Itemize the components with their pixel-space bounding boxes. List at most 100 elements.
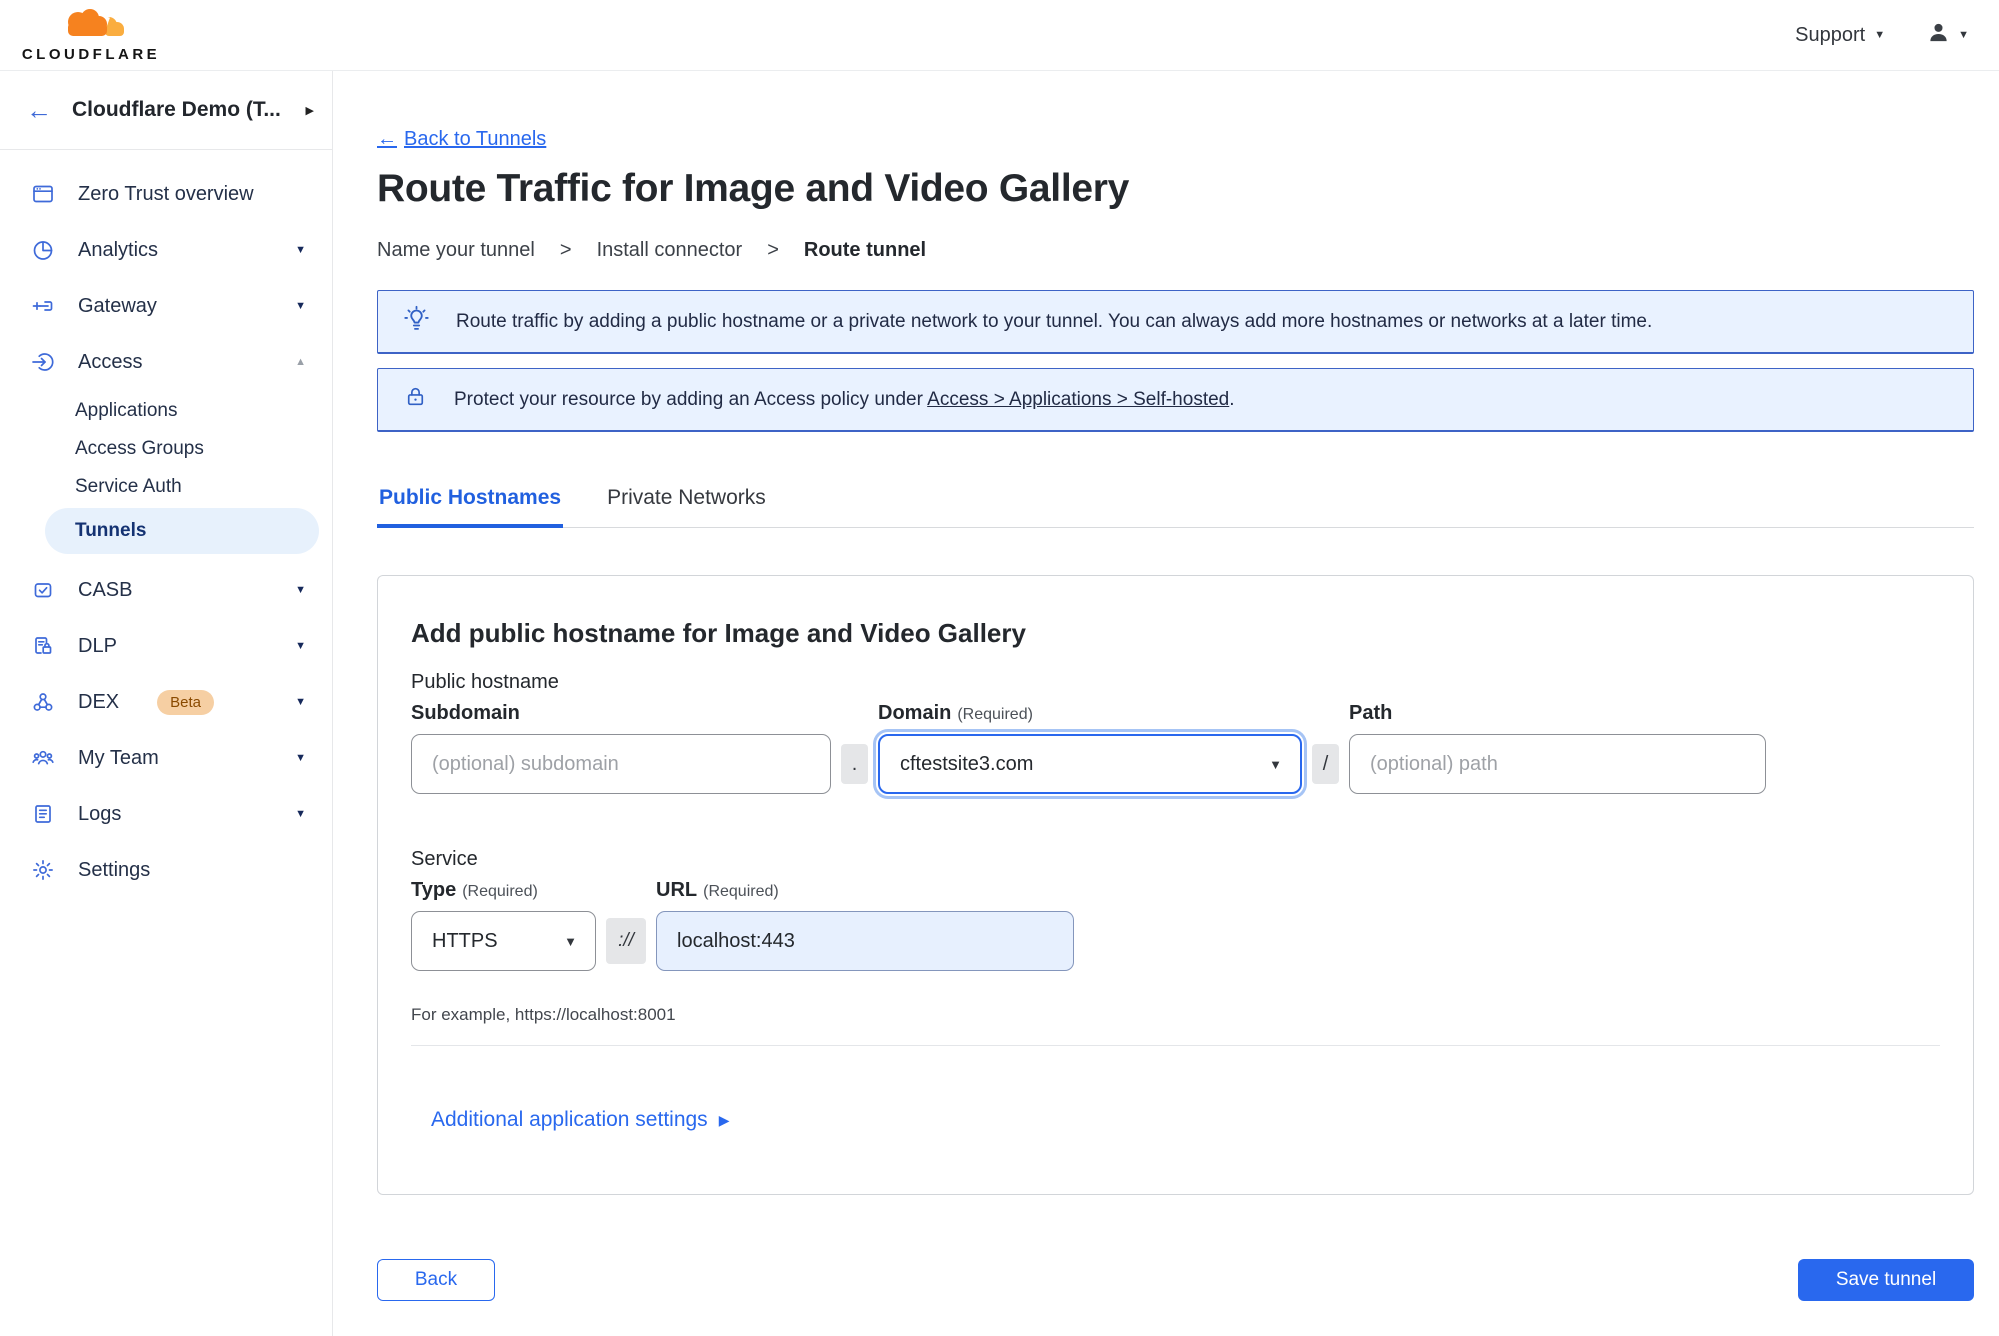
add-public-hostname-card: Add public hostname for Image and Video … xyxy=(377,575,1974,1195)
subdomain-label: Subdomain xyxy=(411,702,520,724)
step-separator: > xyxy=(767,239,779,261)
sidebar-item-casb[interactable]: CASB ▼ xyxy=(0,562,332,618)
lightbulb-icon xyxy=(403,305,430,338)
sidebar-item-label: Zero Trust overview xyxy=(78,182,254,205)
scheme-separator: :// xyxy=(606,918,646,964)
sidebar-item-label: My Team xyxy=(78,746,159,769)
step-separator: > xyxy=(559,239,572,261)
banner-text-suffix: . xyxy=(1229,388,1235,410)
user-menu[interactable]: ▼ xyxy=(1927,21,1969,49)
service-type-select[interactable]: HTTPS ▼ xyxy=(411,911,596,971)
banner-text: Protect your resource by adding an Acces… xyxy=(454,389,1235,411)
sidebar-item-label: Settings xyxy=(78,858,151,881)
chevron-down-icon: ▼ xyxy=(295,696,306,708)
sidebar-item-applications[interactable]: Applications xyxy=(45,392,319,430)
sidebar-nav: Zero Trust overview Analytics ▼ Gateway … xyxy=(0,150,332,898)
pie-chart-icon xyxy=(30,238,56,262)
sidebar-item-zero-trust-overview[interactable]: Zero Trust overview xyxy=(0,166,332,222)
back-arrow-icon[interactable]: ← xyxy=(26,97,52,123)
domain-required-hint: (Required) xyxy=(957,706,1033,723)
sidebar-account-header: ← Cloudflare Demo (T... ▶ xyxy=(0,71,332,150)
support-menu[interactable]: Support ▼ xyxy=(1795,24,1885,47)
chevron-down-icon: ▼ xyxy=(1269,756,1282,772)
hostname-tabs: Public Hostnames Private Networks xyxy=(377,478,1974,528)
sidebar-item-label: Gateway xyxy=(78,294,157,317)
sidebar-item-my-team[interactable]: My Team ▼ xyxy=(0,730,332,786)
dot-separator: . xyxy=(841,744,868,784)
beta-badge: Beta xyxy=(157,689,214,715)
sidebar-item-dlp[interactable]: DLP ▼ xyxy=(0,618,332,674)
sidebar-item-analytics[interactable]: Analytics ▼ xyxy=(0,222,332,278)
cloudflare-logo[interactable]: CLOUDFLARE xyxy=(16,8,166,63)
sidebar-item-label: Analytics xyxy=(78,238,159,261)
app-root: CLOUDFLARE Support ▼ ▼ ← Cloudflare Demo… xyxy=(0,0,1999,1336)
subdomain-input[interactable] xyxy=(411,734,831,794)
sidebar-item-label: CASB xyxy=(78,578,133,601)
wizard-steps: Name your tunnel > Install connector > R… xyxy=(377,239,1974,262)
domain-selected-value: cftestsite3.com xyxy=(900,752,1034,775)
sidebar-item-gateway[interactable]: Gateway ▼ xyxy=(0,278,332,334)
sidebar-item-dex[interactable]: DEX Beta ▼ xyxy=(0,674,332,730)
gear-icon xyxy=(30,858,56,882)
chevron-up-icon: ▲ xyxy=(295,356,306,368)
type-selected-value: HTTPS xyxy=(432,929,498,952)
chevron-down-icon: ▼ xyxy=(564,933,577,949)
casb-check-box-icon xyxy=(30,578,56,602)
access-applications-self-hosted-link[interactable]: Access > Applications > Self-hosted xyxy=(927,389,1229,410)
path-input[interactable] xyxy=(1349,734,1766,794)
back-arrow-icon: ← xyxy=(377,128,397,150)
chevron-down-icon: ▼ xyxy=(1958,29,1969,41)
service-url-input[interactable] xyxy=(656,911,1074,971)
subdomain-field: Subdomain xyxy=(411,702,831,794)
type-label: Type (Required) xyxy=(411,879,596,902)
main-content: ← Back to Tunnels Route Traffic for Imag… xyxy=(333,71,1999,1336)
account-name: Cloudflare Demo (T... xyxy=(72,98,281,121)
card-divider xyxy=(411,1045,1940,1046)
sidebar-item-access-groups[interactable]: Access Groups xyxy=(45,430,319,468)
tab-public-hostnames[interactable]: Public Hostnames xyxy=(377,486,564,528)
domain-select[interactable]: cftestsite3.com ▼ xyxy=(878,734,1302,794)
sidebar-item-access[interactable]: Access ▲ xyxy=(0,334,332,390)
cloudflare-cloud-icon xyxy=(56,8,126,45)
step-install-connector[interactable]: Install connector xyxy=(597,239,743,262)
browser-window-icon xyxy=(30,182,56,206)
sidebar-item-tunnels[interactable]: Tunnels xyxy=(45,508,319,554)
back-button[interactable]: Back xyxy=(377,1259,495,1301)
url-example-hint: For example, https://localhost:8001 xyxy=(411,1005,676,1024)
sidebar-item-label: Access Groups xyxy=(75,438,204,459)
gateway-icon xyxy=(30,294,56,318)
wizard-footer: Back Save tunnel xyxy=(377,1259,1974,1301)
save-tunnel-button[interactable]: Save tunnel xyxy=(1798,1259,1974,1301)
document-lock-icon xyxy=(30,634,56,658)
type-label-text: Type xyxy=(411,879,457,901)
access-icon xyxy=(30,350,56,374)
access-submenu: Applications Access Groups Service Auth … xyxy=(0,390,332,562)
page-title: Route Traffic for Image and Video Galler… xyxy=(377,167,1130,210)
step-name-your-tunnel[interactable]: Name your tunnel xyxy=(377,239,535,262)
chevron-down-icon: ▼ xyxy=(295,300,306,312)
banner-text-prefix: Protect your resource by adding an Acces… xyxy=(454,388,923,410)
top-header: CLOUDFLARE Support ▼ ▼ xyxy=(0,0,1999,71)
sidebar-item-label: Tunnels xyxy=(75,520,147,541)
sidebar: ← Cloudflare Demo (T... ▶ Zero Trust ove… xyxy=(0,71,333,1336)
sidebar-item-logs[interactable]: Logs ▼ xyxy=(0,786,332,842)
sidebar-item-service-auth[interactable]: Service Auth xyxy=(45,468,319,506)
info-banner-route-traffic: Route traffic by adding a public hostnam… xyxy=(377,290,1974,354)
back-to-tunnels-link[interactable]: ← Back to Tunnels xyxy=(377,128,546,151)
sidebar-item-settings[interactable]: Settings xyxy=(0,842,332,898)
domain-label: Domain (Required) xyxy=(878,702,1302,725)
service-url-field: URL (Required) xyxy=(656,879,1074,971)
public-hostname-section-label: Public hostname xyxy=(411,671,559,693)
additional-application-settings-toggle[interactable]: Additional application settings ▶ xyxy=(431,1108,729,1132)
topbar-right: Support ▼ ▼ xyxy=(1795,21,1969,49)
logs-document-icon xyxy=(30,802,56,826)
card-heading: Add public hostname for Image and Video … xyxy=(411,618,1026,648)
chevron-right-icon[interactable]: ▶ xyxy=(306,104,314,117)
service-section-label: Service xyxy=(411,848,478,870)
service-field-row: Type (Required) HTTPS ▼ :// URL (Required) xyxy=(411,879,1940,971)
tab-private-networks[interactable]: Private Networks xyxy=(605,486,768,528)
step-route-tunnel: Route tunnel xyxy=(803,239,927,261)
hostname-field-row: Subdomain . Domain (Required) cftestsite3… xyxy=(411,702,1940,794)
domain-field: Domain (Required) cftestsite3.com ▼ xyxy=(878,702,1302,794)
people-icon xyxy=(30,746,56,770)
